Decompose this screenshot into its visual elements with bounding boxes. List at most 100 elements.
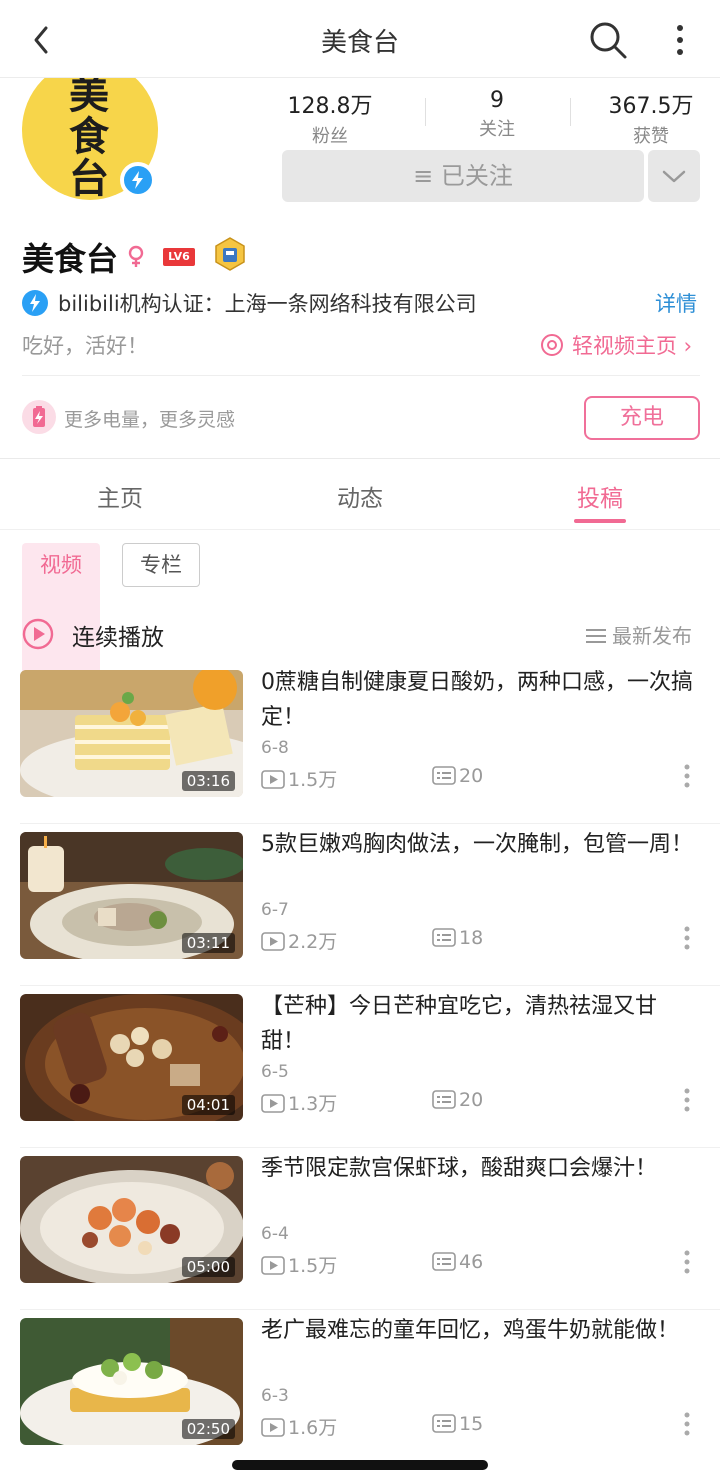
play-count-value: 1.3万 bbox=[288, 1093, 338, 1115]
following-label: 关注 bbox=[479, 119, 515, 140]
video-date: 6-5 bbox=[261, 1062, 289, 1082]
video-play-count: 1.3万 bbox=[261, 1089, 337, 1116]
medal-icon[interactable] bbox=[212, 236, 248, 272]
continuous-play-button[interactable]: 连续播放 bbox=[72, 618, 164, 652]
charge-slogan: 更多电量，更多灵感 bbox=[64, 409, 236, 431]
danmaku-count-value: 20 bbox=[459, 765, 484, 787]
danmaku-count-value: 46 bbox=[459, 1251, 484, 1273]
verified-badge-icon bbox=[120, 162, 156, 198]
more-vertical-icon[interactable] bbox=[680, 1087, 694, 1113]
tab-dynamic[interactable]: 动态 bbox=[300, 479, 420, 513]
video-date: 6-8 bbox=[261, 738, 289, 758]
play-count-icon bbox=[261, 932, 285, 951]
danmaku-count-value: 15 bbox=[459, 1413, 484, 1435]
stat-likes[interactable]: 367.5万 获赞 bbox=[581, 88, 720, 148]
more-vertical-icon[interactable] bbox=[666, 22, 694, 58]
play-count-value: 2.2万 bbox=[288, 931, 338, 953]
play-count-value: 1.5万 bbox=[288, 1255, 338, 1277]
charge-button[interactable]: 充电 bbox=[584, 396, 700, 440]
danmaku-count-value: 20 bbox=[459, 1089, 484, 1111]
tab-submissions[interactable]: 投稿 bbox=[540, 479, 660, 513]
video-danmaku-count: 20 bbox=[432, 765, 483, 787]
video-title[interactable]: 5款巨嫩鸡胸肉做法，一次腌制，包管一周！ bbox=[261, 827, 699, 862]
battery-charge-icon bbox=[22, 400, 56, 434]
light-video-label: 轻视频主页 › bbox=[572, 334, 693, 358]
video-danmaku-count: 46 bbox=[432, 1251, 483, 1273]
list-sort-icon bbox=[586, 629, 606, 643]
detail-link[interactable]: 详情 bbox=[655, 288, 697, 318]
danmaku-icon bbox=[432, 766, 456, 785]
follow-options-button[interactable] bbox=[648, 150, 700, 202]
video-play-count: 1.6万 bbox=[261, 1413, 337, 1440]
likes-label: 获赞 bbox=[633, 126, 669, 147]
stat-following[interactable]: 9 关注 bbox=[427, 88, 567, 141]
video-item[interactable]: 04:01 【芒种】今日芒种宜吃它，清热祛湿又甘甜！ 6-5 1.3万 20 bbox=[0, 986, 720, 1148]
video-danmaku-count: 15 bbox=[432, 1413, 483, 1435]
sort-dropdown[interactable]: 最新发布 bbox=[586, 620, 692, 649]
video-play-count: 2.2万 bbox=[261, 927, 337, 954]
likes-count: 367.5万 bbox=[608, 94, 694, 119]
video-thumbnail[interactable]: 04:01 bbox=[20, 994, 243, 1121]
danmaku-icon bbox=[432, 1090, 456, 1109]
video-title[interactable]: 【芒种】今日芒种宜吃它，清热祛湿又甘甜！ bbox=[261, 989, 699, 1059]
active-tab-indicator bbox=[574, 519, 626, 523]
light-video-home-link[interactable]: 轻视频主页 › bbox=[540, 330, 692, 358]
video-title[interactable]: 0蔗糖自制健康夏日酸奶，两种口感，一次搞定！ bbox=[261, 665, 699, 735]
stat-divider bbox=[425, 98, 426, 126]
profile-tabs: 主页 动态 投稿 bbox=[0, 458, 720, 530]
followers-label: 粉丝 bbox=[312, 126, 348, 147]
video-title[interactable]: 老广最难忘的童年回忆，鸡蛋牛奶就能做！ bbox=[261, 1313, 699, 1348]
video-thumbnail[interactable]: 03:16 bbox=[20, 670, 243, 797]
chip-column[interactable]: 专栏 bbox=[122, 543, 200, 587]
danmaku-icon bbox=[432, 1252, 456, 1271]
female-gender-icon bbox=[128, 245, 144, 267]
stat-followers[interactable]: 128.8万 粉丝 bbox=[260, 88, 400, 148]
certification-text: bilibili机构认证：上海一条网络科技有限公司 bbox=[58, 292, 477, 316]
stat-divider bbox=[570, 98, 571, 126]
following-count: 9 bbox=[490, 88, 504, 113]
bio-text: 吃好，活好！ bbox=[22, 334, 148, 358]
play-circle-icon[interactable] bbox=[22, 618, 54, 650]
video-date: 6-4 bbox=[261, 1224, 289, 1244]
video-duration: 03:11 bbox=[181, 933, 235, 953]
camera-circle-icon bbox=[541, 334, 563, 356]
play-count-icon bbox=[261, 1094, 285, 1113]
video-duration: 02:50 bbox=[181, 1419, 235, 1439]
play-count-icon bbox=[261, 1418, 285, 1437]
video-danmaku-count: 18 bbox=[432, 927, 483, 949]
home-indicator[interactable] bbox=[232, 1460, 488, 1470]
more-vertical-icon[interactable] bbox=[680, 1411, 694, 1437]
video-item[interactable]: 02:50 老广最难忘的童年回忆，鸡蛋牛奶就能做！ 6-3 1.6万 15 bbox=[0, 1310, 720, 1472]
video-item[interactable]: 05:00 季节限定款宫保虾球，酸甜爽口会爆汁！ 6-4 1.5万 46 bbox=[0, 1148, 720, 1310]
followers-count: 128.8万 bbox=[287, 94, 373, 119]
video-duration: 03:16 bbox=[181, 771, 235, 791]
video-duration: 05:00 bbox=[181, 1257, 235, 1277]
video-thumbnail[interactable]: 02:50 bbox=[20, 1318, 243, 1445]
followed-button[interactable]: ≡ 已关注 bbox=[282, 150, 644, 202]
video-date: 6-7 bbox=[261, 900, 289, 920]
video-thumbnail[interactable]: 03:11 bbox=[20, 832, 243, 959]
more-vertical-icon[interactable] bbox=[680, 925, 694, 951]
chevron-down-icon bbox=[662, 170, 686, 183]
danmaku-icon bbox=[432, 928, 456, 947]
top-nav: 美食台 bbox=[0, 0, 720, 78]
video-play-count: 1.5万 bbox=[261, 1251, 337, 1278]
video-item[interactable]: 03:16 0蔗糖自制健康夏日酸奶，两种口感，一次搞定！ 6-8 1.5万 20 bbox=[0, 662, 720, 824]
more-vertical-icon[interactable] bbox=[680, 763, 694, 789]
tab-home[interactable]: 主页 bbox=[60, 479, 180, 513]
search-icon[interactable] bbox=[586, 18, 630, 62]
more-vertical-icon[interactable] bbox=[680, 1249, 694, 1275]
video-duration: 04:01 bbox=[181, 1095, 235, 1115]
danmaku-icon bbox=[432, 1414, 456, 1433]
channel-name: 美食台 bbox=[22, 240, 119, 278]
play-count-value: 1.6万 bbox=[288, 1417, 338, 1439]
video-thumbnail[interactable]: 05:00 bbox=[20, 1156, 243, 1283]
video-title[interactable]: 季节限定款宫保虾球，酸甜爽口会爆汁！ bbox=[261, 1151, 699, 1186]
video-date: 6-3 bbox=[261, 1386, 289, 1406]
certification-icon bbox=[22, 290, 48, 316]
play-count-icon bbox=[261, 1256, 285, 1275]
level-badge: LV6 bbox=[163, 248, 195, 266]
video-item[interactable]: 03:11 5款巨嫩鸡胸肉做法，一次腌制，包管一周！ 6-7 2.2万 18 bbox=[0, 824, 720, 986]
danmaku-count-value: 18 bbox=[459, 927, 484, 949]
video-danmaku-count: 20 bbox=[432, 1089, 483, 1111]
